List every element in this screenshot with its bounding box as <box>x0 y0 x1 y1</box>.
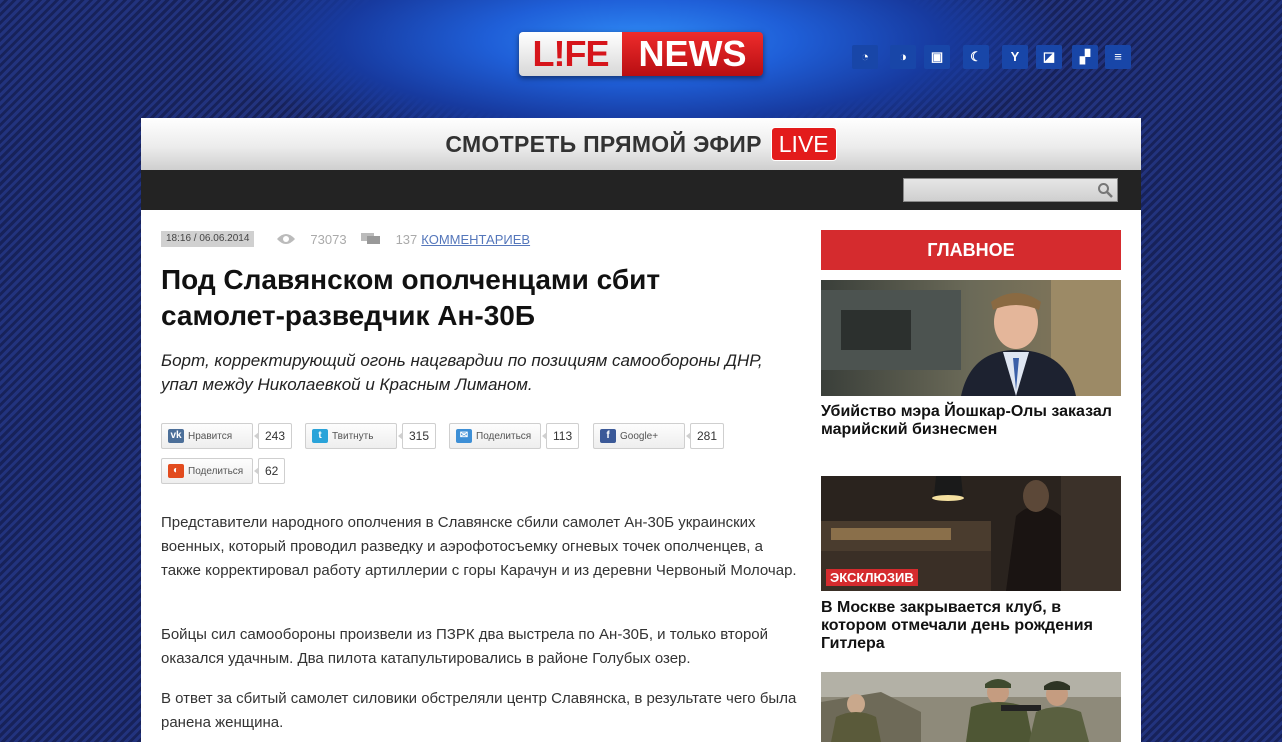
odnoklassniki-icon: ◐ <box>168 464 184 478</box>
share-twitter[interactable]: t Твитнуть 315 <box>305 423 437 449</box>
mail-count: 113 <box>541 423 580 449</box>
search-icon[interactable] <box>1097 182 1113 198</box>
article-paragraph: Бойцы сил самообороны произвели из ПЗРК … <box>161 626 769 667</box>
logo-news: NEWS <box>622 32 763 76</box>
article-meta: 18:16 / 06.06.2014 73073 137 КОММЕНТАРИЕ… <box>161 230 530 248</box>
vk-like-button[interactable]: vk Нравится <box>161 423 253 449</box>
article-lead: Борт, корректирующий огонь нацгвардии по… <box>161 351 763 394</box>
google-plus-button[interactable]: f Google+ <box>593 423 685 449</box>
sound-icon[interactable]: ◔ <box>852 45 878 69</box>
comments-link[interactable]: КОММЕНТАРИЕВ <box>421 232 530 247</box>
facebook-count: 281 <box>685 423 725 449</box>
news-thumbnail-1[interactable] <box>821 280 1121 396</box>
google-plus-label: Google+ <box>620 430 659 442</box>
article-paragraph: Представители народного ополчения в Слав… <box>161 514 797 579</box>
article-paragraph: В ответ за сбитый самолет силовики обстр… <box>161 690 797 731</box>
vk-count: 243 <box>253 423 293 449</box>
vk-icon: vk <box>168 429 184 443</box>
news-photo-1 <box>821 280 1121 396</box>
odnoklassniki-count: 62 <box>253 458 286 484</box>
share-mail[interactable]: ✉ Поделиться 113 <box>449 423 580 449</box>
live-badge: LIVE <box>770 127 837 161</box>
sidebar-news-title[interactable]: Убийство мэра Йошкар-Олы заказал марийск… <box>821 403 1121 439</box>
ok-icon[interactable]: ▣ <box>924 45 950 69</box>
twitter-icon: t <box>312 429 328 443</box>
share-vk[interactable]: vk Нравится 243 <box>161 423 293 449</box>
rss-icon[interactable]: ≡ <box>1105 45 1131 69</box>
search-input[interactable] <box>903 178 1118 202</box>
mail-share-button[interactable]: ✉ Поделиться <box>449 423 541 449</box>
comments-count: 137 <box>395 231 418 247</box>
news-thumbnail-2[interactable]: ЭКСКЛЮЗИВ <box>821 476 1121 591</box>
tweet-label: Твитнуть <box>332 430 374 442</box>
tweet-button[interactable]: t Твитнуть <box>305 423 397 449</box>
live-icon[interactable]: ◑ <box>890 45 916 69</box>
google-icon[interactable]: ◪ <box>1036 45 1062 69</box>
views-count: 73073 <box>310 231 347 247</box>
live-stream-bar[interactable]: СМОТРЕТЬ ПРЯМОЙ ЭФИР LIVE <box>141 118 1141 170</box>
article-title: Под Славянском ополченцами сбит самолет-… <box>161 264 661 331</box>
twitter-count: 315 <box>397 423 437 449</box>
mail-icon: ✉ <box>456 429 472 443</box>
share-facebook[interactable]: f Google+ 281 <box>593 423 725 449</box>
eye-icon <box>277 234 296 244</box>
comments-icon <box>360 233 380 244</box>
header: L!FE NEWS ◔ ◑ ▣ ☾ Y ◪ ▞ ≡ <box>0 0 1282 118</box>
facebook-icon: f <box>600 429 616 443</box>
ok-share-label: Поделиться <box>188 465 244 477</box>
main-content: 18:16 / 06.06.2014 73073 137 КОММЕНТАРИЕ… <box>141 210 1141 742</box>
article-date: 18:16 / 06.06.2014 <box>161 231 255 247</box>
sidebar-heading: ГЛАВНОЕ <box>821 230 1121 270</box>
news-thumbnail-3[interactable] <box>821 672 1121 742</box>
exclusive-badge: ЭКСКЛЮЗИВ <box>826 569 918 586</box>
logo-life: L!FE <box>519 32 622 76</box>
flickr-icon[interactable]: ▞ <box>1072 45 1098 69</box>
vk-label: Нравится <box>188 430 233 442</box>
lifenews-logo[interactable]: L!FE NEWS <box>519 32 763 76</box>
sidebar-news-title[interactable]: В Москве закрывается клуб, в котором отм… <box>821 599 1121 653</box>
live-stream-label: СМОТРЕТЬ ПРЯМОЙ ЭФИР <box>445 130 762 157</box>
news-photo-3 <box>821 672 1121 742</box>
share-odnoklassniki[interactable]: ◐ Поделиться 62 <box>161 458 286 484</box>
youtube-icon[interactable]: Y <box>1002 45 1028 69</box>
mail-share-label: Поделиться <box>476 430 532 442</box>
ok-share-button[interactable]: ◐ Поделиться <box>161 458 253 484</box>
lj-icon[interactable]: ☾ <box>963 45 989 69</box>
